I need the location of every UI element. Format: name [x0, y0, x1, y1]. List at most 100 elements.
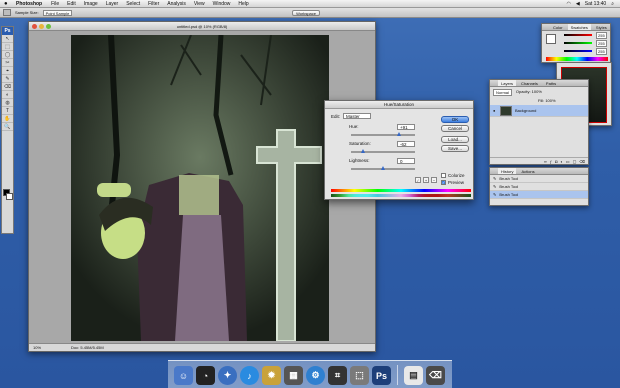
apple-icon[interactable]: ● [4, 0, 10, 8]
layer-style-icon[interactable]: ƒ [550, 158, 552, 164]
new-layer-icon[interactable]: ▢ [573, 158, 577, 164]
system-prefs-icon[interactable]: ⚙ [306, 366, 325, 385]
spotlight-icon[interactable]: ⌕ [611, 1, 614, 7]
menu-window[interactable]: Window [213, 1, 231, 7]
blue-slider[interactable] [564, 50, 592, 52]
menu-image[interactable]: Image [84, 1, 98, 7]
document-titlebar[interactable]: untitled.psd @ 10% (RGB/8) [29, 22, 375, 31]
tab-history[interactable]: History [498, 168, 517, 174]
new-group-icon[interactable]: ▭ [566, 158, 570, 164]
menu-view[interactable]: View [194, 1, 205, 7]
eyedropper-tool-icon[interactable] [3, 9, 11, 16]
colorize-option[interactable]: Colorize [441, 173, 465, 179]
tab-paths[interactable]: Paths [543, 80, 559, 86]
menu-edit[interactable]: Edit [67, 1, 76, 7]
hue-input[interactable]: +91 [397, 124, 415, 130]
menu-layer[interactable]: Layer [106, 1, 119, 7]
trash-icon[interactable]: ⌫ [579, 158, 585, 164]
crop-tool-icon[interactable]: ✂ [2, 60, 13, 67]
hue-slider[interactable] [351, 132, 415, 136]
ok-button[interactable]: OK [441, 116, 469, 123]
gradient-tool-icon[interactable]: ◐ [2, 92, 13, 99]
hue-slider-knob[interactable] [397, 132, 401, 136]
background-color-swatch[interactable] [6, 193, 13, 200]
history-item[interactable]: ✎ Brush Tool [490, 191, 588, 199]
link-layers-icon[interactable]: ∞ [544, 158, 547, 164]
tab-actions[interactable]: Actions [518, 168, 537, 174]
save-button[interactable]: Save... [441, 145, 469, 152]
layer-thumbnail[interactable] [500, 105, 512, 116]
layer-name[interactable]: Background [515, 108, 536, 113]
edit-select[interactable]: Master [343, 113, 372, 119]
load-button[interactable]: Load... [441, 136, 469, 143]
dialog-title[interactable]: Hue/Saturation [325, 101, 473, 109]
preview-checkbox[interactable]: ✓ [441, 180, 446, 186]
tab-channels[interactable]: Channels [518, 80, 541, 86]
safari-icon[interactable]: ✦ [218, 366, 237, 385]
brush-tool-icon[interactable]: ✎ [2, 76, 13, 83]
dashboard-icon[interactable]: ◔ [196, 366, 215, 385]
color-fg-swatch[interactable] [546, 34, 556, 44]
menu-analysis[interactable]: Analysis [167, 1, 186, 7]
cancel-button[interactable]: Cancel [441, 125, 469, 132]
aperture-icon[interactable]: ✹ [262, 366, 281, 385]
healing-tool-icon[interactable]: ⌖ [2, 68, 13, 75]
eyedropper-icon[interactable]: ⁄ [415, 177, 421, 183]
preview-app-icon[interactable]: ⬚ [350, 366, 369, 385]
zoom-icon[interactable] [46, 24, 51, 29]
adjustment-layer-icon[interactable]: ◐ [560, 158, 562, 164]
minimize-icon[interactable] [39, 24, 44, 29]
menu-file[interactable]: File [51, 1, 59, 7]
zoom-tool-icon[interactable]: 🔍 [2, 124, 13, 131]
type-tool-icon[interactable]: T [2, 108, 13, 115]
doc-info[interactable]: Doc: 5.45M/5.45M [71, 344, 104, 351]
menu-help[interactable]: Help [238, 1, 248, 7]
blue-value[interactable]: 255 [596, 48, 607, 55]
lasso-tool-icon[interactable]: ◯ [2, 52, 13, 59]
dodge-tool-icon[interactable]: ◍ [2, 100, 13, 107]
eyedropper-plus-icon[interactable]: + [423, 177, 429, 183]
lightness-input[interactable]: 0 [397, 158, 415, 164]
eraser-tool-icon[interactable]: ⌫ [2, 84, 13, 91]
blend-mode-select[interactable]: Normal [493, 89, 512, 96]
terminal-icon[interactable]: ⌗ [328, 366, 347, 385]
color-spectrum-bar[interactable] [546, 57, 608, 61]
photoshop-dock-icon[interactable]: Ps [372, 366, 391, 385]
tab-swatches[interactable]: Swatches [567, 24, 591, 30]
itunes-icon[interactable]: ♪ [240, 366, 259, 385]
saturation-slider-knob[interactable] [361, 149, 366, 153]
red-value[interactable]: 255 [596, 32, 607, 39]
sample-size-select[interactable]: Point Sample [42, 9, 73, 16]
opacity-field[interactable]: Opacity: 100% [516, 89, 542, 96]
volume-icon[interactable]: ◀ [576, 1, 580, 7]
spaces-icon[interactable]: ▦ [284, 366, 303, 385]
lightness-slider[interactable] [351, 166, 415, 170]
colorize-checkbox[interactable] [441, 173, 446, 179]
marquee-tool-icon[interactable]: ⬚ [2, 44, 13, 51]
eyedropper-minus-icon[interactable]: − [431, 177, 437, 183]
close-icon[interactable] [32, 24, 37, 29]
saturation-input[interactable]: -62 [397, 141, 415, 147]
menu-filter[interactable]: Filter [148, 1, 159, 7]
saturation-slider[interactable] [351, 149, 415, 153]
wifi-icon[interactable]: ◠ [567, 1, 571, 7]
preview-option[interactable]: ✓ Preview [441, 180, 464, 186]
green-value[interactable]: 255 [596, 40, 607, 47]
zoom-level[interactable]: 10% [33, 344, 41, 351]
workspace-button[interactable]: Workspace [292, 9, 320, 16]
tab-color[interactable]: Color [550, 24, 566, 30]
move-tool-icon[interactable]: ↖ [2, 36, 13, 43]
red-slider[interactable] [564, 34, 592, 36]
tab-styles[interactable]: Styles [593, 24, 610, 30]
hand-tool-icon[interactable]: ✋ [2, 116, 13, 123]
layer-row[interactable]: ● Background [490, 105, 588, 117]
trash-dock-icon[interactable]: ⌫ [426, 366, 445, 385]
menu-app-name[interactable]: Photoshop [16, 1, 42, 7]
menu-select[interactable]: Select [126, 1, 140, 7]
lightness-slider-knob[interactable] [381, 166, 385, 170]
history-item[interactable]: ✎ Brush Tool [490, 175, 588, 183]
tab-layers[interactable]: Layers [498, 80, 517, 86]
layer-mask-icon[interactable]: ◘ [555, 158, 557, 164]
fill-field[interactable]: Fill: 100% [538, 98, 556, 103]
photoshop-logo[interactable]: Ps [2, 27, 13, 35]
